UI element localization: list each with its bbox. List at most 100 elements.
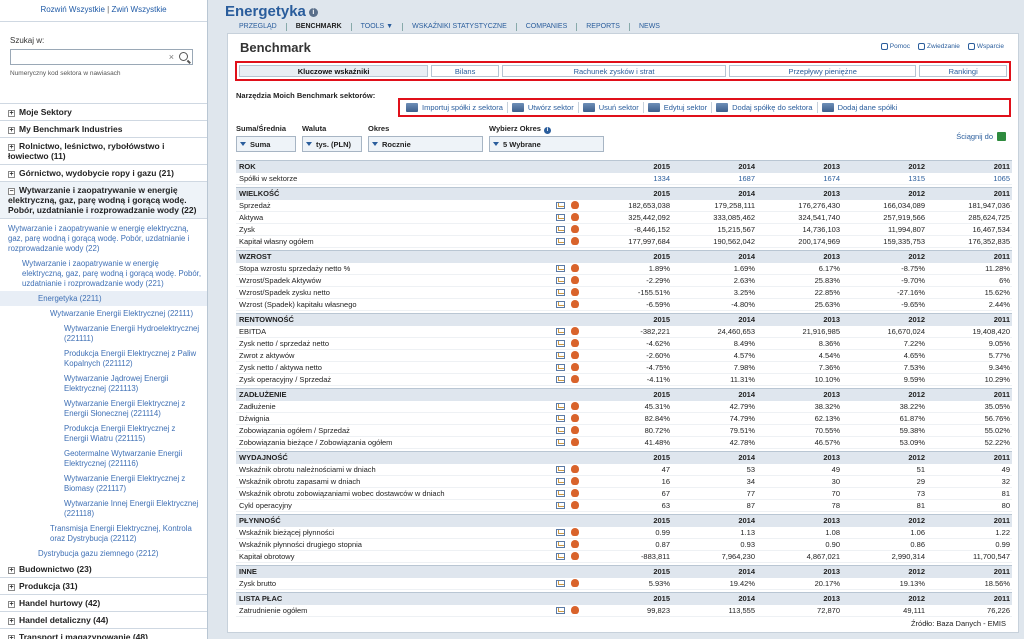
ranking-icon[interactable] (571, 213, 579, 221)
ranking-icon[interactable] (571, 276, 579, 284)
ranking-icon[interactable] (571, 501, 579, 509)
chart-icon[interactable] (556, 402, 565, 410)
tree-item[interactable]: Dystrybucja gazu ziemnego (2212) (0, 546, 207, 561)
ranking-icon[interactable] (571, 263, 579, 272)
help-link[interactable]: Pomoc (880, 43, 910, 50)
chart-icon[interactable] (556, 327, 565, 335)
chart-icon[interactable] (556, 352, 565, 359)
ranking-icon[interactable] (571, 578, 579, 587)
ranking-icon[interactable] (571, 225, 579, 233)
tab-balance[interactable]: Bilans (431, 65, 499, 77)
nav-item[interactable]: TOOLS ▼ (352, 23, 404, 31)
sector-item[interactable]: + Handel hurtowy (42) (0, 595, 207, 612)
ranking-icon[interactable] (571, 288, 579, 296)
sector-item[interactable]: + Transport i magazynowanie (48) (0, 629, 207, 639)
ranking-icon[interactable] (571, 605, 579, 614)
tab-key-indicators[interactable]: Kluczowe wskaźniki (239, 65, 429, 77)
tree-item[interactable]: Transmisja Energii Elektrycznej, Kontrol… (0, 521, 207, 546)
ranking-icon[interactable] (571, 438, 579, 446)
ranking-icon[interactable] (571, 300, 579, 308)
chart-icon[interactable] (556, 376, 565, 383)
sector-item[interactable]: + Rolnictwo, leśnictwo, rybołówstwo i łow… (0, 138, 207, 165)
tree-item[interactable]: Wytwarzanie Energii Hydroelektrycznej (2… (0, 321, 207, 346)
sector-item[interactable]: + Produkcja (31) (0, 578, 207, 595)
sector-item[interactable]: − Wytwarzanie i zaopatrywanie w energię e… (0, 182, 207, 219)
tree-item[interactable]: Wytwarzanie Jądrowej Energii Elektryczne… (0, 371, 207, 396)
expand-icon[interactable]: + (8, 110, 15, 117)
chart-icon[interactable] (556, 340, 565, 347)
nav-item[interactable]: COMPANIES (517, 23, 578, 31)
collapse-icon[interactable]: − (8, 188, 15, 195)
tree-item[interactable]: Produkcja Energii Elektrycznej z Energii… (0, 421, 207, 446)
nav-item[interactable]: PRZEGLĄD (230, 23, 287, 31)
chart-icon[interactable] (556, 528, 565, 536)
chart-icon[interactable] (556, 264, 565, 272)
period-select[interactable]: Rocznie (368, 136, 483, 152)
add-company-button[interactable]: Dodaj spółkę do sektora (712, 102, 818, 113)
ranking-icon[interactable] (571, 477, 579, 485)
tree-item[interactable]: Wytwarzanie Energii Elektrycznej z Energ… (0, 396, 207, 421)
expand-icon[interactable]: + (8, 584, 15, 591)
import-companies-button[interactable]: Importuj spółki z sektora (402, 102, 508, 113)
sum-select[interactable]: Suma (236, 136, 296, 152)
chart-icon[interactable] (556, 541, 565, 548)
ranking-icon[interactable] (571, 426, 579, 434)
tree-item[interactable]: Wytwarzanie i zaopatrywanie w energię el… (0, 219, 207, 256)
ranking-icon[interactable] (571, 326, 579, 335)
nav-item[interactable]: NEWS (630, 23, 669, 31)
tree-item[interactable]: Wytwarzanie Innej Energii Elektrycznej (… (0, 496, 207, 521)
info-icon[interactable]: i (308, 8, 318, 17)
ranking-icon[interactable] (571, 464, 579, 473)
chart-icon[interactable] (556, 301, 565, 308)
chart-icon[interactable] (556, 277, 565, 284)
delete-sector-button[interactable]: Usuń sektor (579, 102, 644, 113)
value-cell[interactable]: 1315 (842, 172, 927, 185)
expand-icon[interactable]: + (8, 618, 15, 625)
ranking-icon[interactable] (571, 401, 579, 410)
tab-cash-flow[interactable]: Przepływy pieniężne (729, 65, 917, 77)
ranking-icon[interactable] (571, 200, 579, 209)
chart-icon[interactable] (556, 502, 565, 509)
value-cell[interactable]: 1674 (757, 172, 842, 185)
support-link[interactable]: Wsparcie (967, 43, 1004, 50)
ranking-icon[interactable] (571, 237, 579, 245)
tree-item[interactable]: Geotermalne Wytwarzanie Energii Elektryc… (0, 446, 207, 471)
chart-icon[interactable] (556, 364, 565, 371)
ranking-icon[interactable] (571, 375, 579, 383)
tree-item[interactable]: Produkcja Energii Elektrycznej z Paliw K… (0, 346, 207, 371)
value-cell[interactable]: 1334 (587, 172, 672, 185)
search-input[interactable]: × (10, 49, 193, 65)
chart-icon[interactable] (556, 553, 565, 560)
chart-icon[interactable] (556, 289, 565, 296)
expand-icon[interactable]: + (8, 635, 15, 639)
chart-icon[interactable] (556, 439, 565, 446)
chart-icon[interactable] (556, 226, 565, 233)
value-cell[interactable]: 1065 (927, 172, 1012, 185)
sector-item[interactable]: + Moje Sektory (0, 104, 207, 121)
tour-link[interactable]: Zwiedzanie (918, 43, 960, 50)
chart-icon[interactable] (556, 579, 565, 587)
ranking-icon[interactable] (571, 414, 579, 422)
sector-item[interactable]: + Handel detaliczny (44) (0, 612, 207, 629)
sector-item[interactable]: + Górnictwo, wydobycie ropy i gazu (21) (0, 165, 207, 182)
chart-icon[interactable] (556, 606, 565, 614)
ranking-icon[interactable] (571, 351, 579, 359)
chart-icon[interactable] (556, 427, 565, 434)
tab-rankings[interactable]: Rankingi (919, 65, 1007, 77)
nav-item[interactable]: BENCHMARK (287, 23, 352, 31)
chart-icon[interactable] (556, 478, 565, 485)
tree-item[interactable]: Wytwarzanie i zaopatrywanie w energię el… (0, 256, 207, 291)
clear-icon[interactable]: × (169, 52, 174, 62)
search-icon[interactable] (179, 52, 188, 61)
collapse-all-link[interactable]: Zwiń Wszystkie (111, 5, 166, 14)
chart-icon[interactable] (556, 415, 565, 422)
edit-sector-button[interactable]: Edytuj sektor (644, 102, 713, 113)
sector-item[interactable]: + My Benchmark Industries (0, 121, 207, 138)
choose-period-select[interactable]: 5 Wybrane (489, 136, 604, 152)
ranking-icon[interactable] (571, 540, 579, 548)
ranking-icon[interactable] (571, 489, 579, 497)
expand-all-link[interactable]: Rozwiń Wszystkie (40, 5, 104, 14)
tree-item[interactable]: Wytwarzanie Energii Elektrycznej (22111) (0, 306, 207, 321)
value-cell[interactable]: 1687 (672, 172, 757, 185)
info-icon[interactable]: i (543, 127, 551, 134)
